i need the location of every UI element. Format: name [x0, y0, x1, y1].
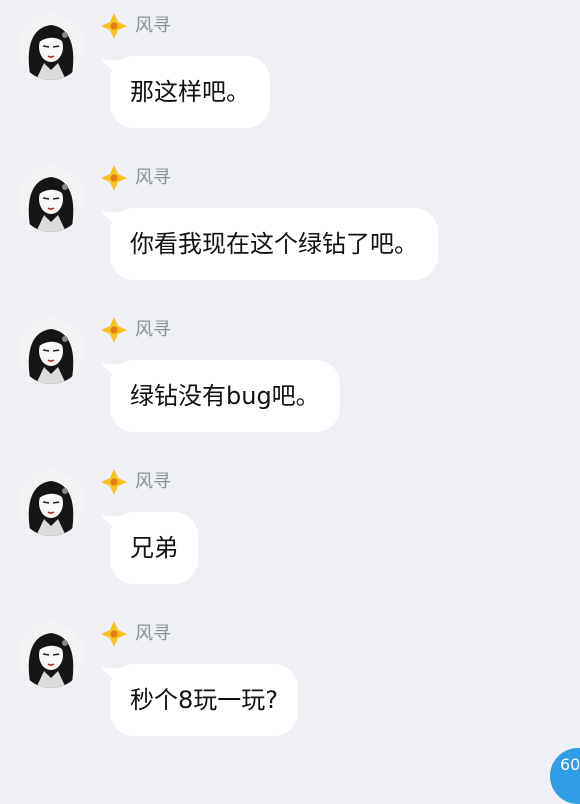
message-row: 风寻 那这样吧。 — [0, 0, 580, 152]
message-bubble[interactable]: 秒个8玩一玩? — [100, 664, 299, 736]
sender-name: 风寻 — [135, 167, 171, 188]
message-row: 风寻 绿钻没有bug吧。 — [0, 304, 580, 456]
sender-avatar[interactable] — [18, 318, 84, 384]
diamond-star-badge-icon — [101, 165, 127, 191]
message-row: 风寻 秒个8玩一玩? — [0, 608, 580, 760]
diamond-star-badge-icon — [101, 13, 127, 39]
sender-avatar[interactable] — [18, 622, 84, 688]
sender-avatar[interactable] — [18, 166, 84, 232]
diamond-star-badge-icon — [101, 621, 127, 647]
message-row: 风寻 你看我现在这个绿钻了吧。 — [0, 152, 580, 304]
diamond-star-badge-icon — [101, 469, 127, 495]
message-bubble[interactable]: 兄弟 — [101, 512, 198, 584]
sender-name: 风寻 — [135, 15, 171, 36]
message-bubble[interactable]: 那这样吧。 — [101, 56, 270, 128]
sender-avatar[interactable] — [18, 470, 84, 536]
diamond-star-badge-icon — [101, 317, 127, 343]
message-bubble[interactable]: 你看我现在这个绿钻了吧。 — [101, 208, 438, 280]
sender-name: 风寻 — [135, 623, 171, 644]
message-row: 风寻 兄弟 — [0, 456, 580, 608]
sender-name: 风寻 — [135, 319, 171, 340]
sender-avatar[interactable] — [18, 14, 84, 80]
sender-name: 风寻 — [135, 471, 171, 492]
message-bubble[interactable]: 绿钻没有bug吧。 — [101, 360, 340, 432]
